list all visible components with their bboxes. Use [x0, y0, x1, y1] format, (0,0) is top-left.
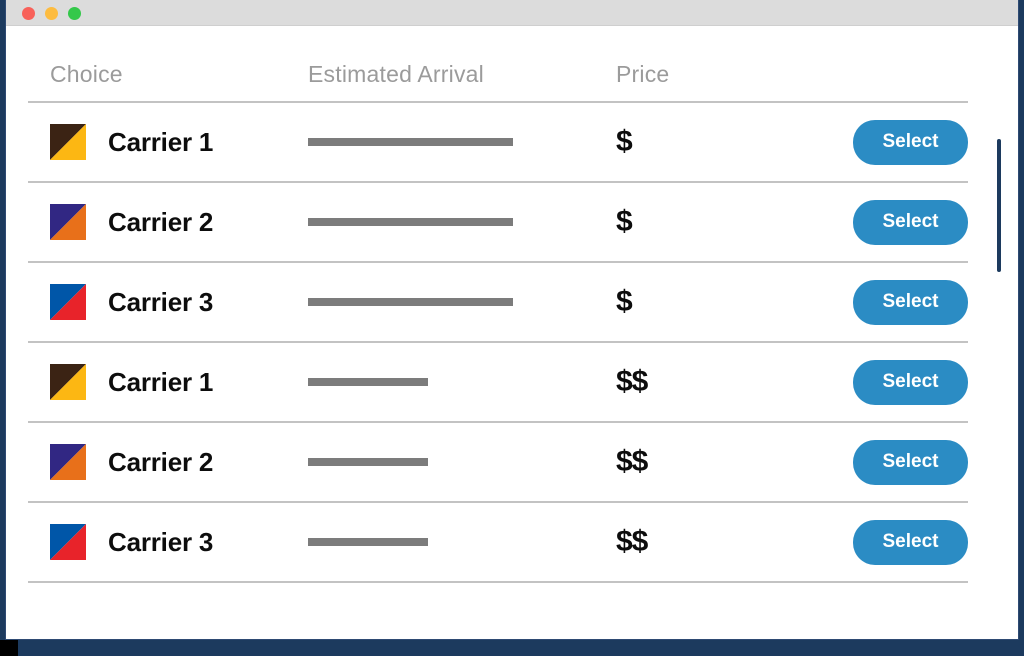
- table-row: Carrier 3 $$ Select: [28, 503, 968, 583]
- cell-action: Select: [768, 199, 968, 245]
- cell-price: $: [608, 205, 768, 239]
- cell-price: $$: [608, 365, 768, 399]
- arrival-duration-bar: [308, 538, 428, 546]
- cell-choice: Carrier 3: [28, 524, 303, 560]
- cell-action: Select: [768, 359, 968, 405]
- window-bottom-notch: [0, 640, 18, 656]
- carrier-options-table: Choice Estimated Arrival Price Carrier 1…: [28, 48, 968, 583]
- carrier-name: Carrier 3: [108, 526, 214, 557]
- arrival-duration-bar: [308, 218, 513, 226]
- price-value: $: [616, 285, 633, 318]
- price-value: $: [616, 125, 633, 158]
- cell-choice: Carrier 1: [28, 124, 303, 160]
- price-value: $$: [616, 365, 648, 398]
- table-row: Carrier 3 $ Select: [28, 263, 968, 343]
- window-titlebar: [6, 0, 1018, 26]
- carrier-logo-icon: [50, 204, 86, 240]
- cell-estimated-arrival: [303, 538, 608, 546]
- carrier-name: Carrier 2: [108, 446, 214, 477]
- column-header-price: Price: [616, 61, 670, 87]
- window-content: Choice Estimated Arrival Price Carrier 1…: [6, 26, 1018, 639]
- table-header-row: Choice Estimated Arrival Price: [28, 48, 968, 103]
- select-button[interactable]: Select: [853, 279, 968, 325]
- cell-choice: Carrier 2: [28, 204, 303, 240]
- cell-price: $: [608, 125, 768, 159]
- carrier-name: Carrier 1: [108, 126, 214, 157]
- select-button[interactable]: Select: [853, 199, 968, 245]
- column-header-choice: Choice: [50, 61, 123, 87]
- arrival-duration-bar: [308, 298, 513, 306]
- cell-action: Select: [768, 119, 968, 165]
- cell-price: $: [608, 285, 768, 319]
- cell-estimated-arrival: [303, 458, 608, 466]
- arrival-duration-bar: [308, 458, 428, 466]
- app-window: Choice Estimated Arrival Price Carrier 1…: [5, 0, 1019, 640]
- price-value: $$: [616, 445, 648, 478]
- window-bottom-edge: [0, 640, 1024, 656]
- select-button[interactable]: Select: [853, 519, 968, 565]
- select-button[interactable]: Select: [853, 359, 968, 405]
- screen: Choice Estimated Arrival Price Carrier 1…: [0, 0, 1024, 656]
- vertical-scrollbar-thumb[interactable]: [997, 139, 1001, 272]
- arrival-duration-bar: [308, 138, 513, 146]
- carrier-logo-icon: [50, 524, 86, 560]
- cell-estimated-arrival: [303, 298, 608, 306]
- table-row: Carrier 1 $ Select: [28, 103, 968, 183]
- cell-estimated-arrival: [303, 378, 608, 386]
- window-right-edge: [1019, 0, 1024, 656]
- cell-estimated-arrival: [303, 138, 608, 146]
- table-row: Carrier 2 $$ Select: [28, 423, 968, 503]
- minimize-button[interactable]: [45, 7, 58, 20]
- arrival-duration-bar: [308, 378, 428, 386]
- carrier-logo-icon: [50, 284, 86, 320]
- cell-action: Select: [768, 279, 968, 325]
- cell-price: $$: [608, 525, 768, 559]
- table-body: Carrier 1 $ Select Carrier 2 $ Select Carrier …: [28, 103, 968, 583]
- cell-estimated-arrival: [303, 218, 608, 226]
- cell-choice: Carrier 3: [28, 284, 303, 320]
- maximize-button[interactable]: [68, 7, 81, 20]
- price-value: $: [616, 205, 633, 238]
- window-controls: [22, 7, 81, 20]
- carrier-name: Carrier 3: [108, 286, 214, 317]
- cell-action: Select: [768, 439, 968, 485]
- close-button[interactable]: [22, 7, 35, 20]
- carrier-name: Carrier 1: [108, 366, 214, 397]
- select-button[interactable]: Select: [853, 439, 968, 485]
- column-header-estimated-arrival: Estimated Arrival: [308, 61, 484, 87]
- table-row: Carrier 2 $ Select: [28, 183, 968, 263]
- carrier-logo-icon: [50, 124, 86, 160]
- cell-action: Select: [768, 519, 968, 565]
- carrier-name: Carrier 2: [108, 206, 214, 237]
- carrier-logo-icon: [50, 364, 86, 400]
- cell-price: $$: [608, 445, 768, 479]
- table-row: Carrier 1 $$ Select: [28, 343, 968, 423]
- select-button[interactable]: Select: [853, 119, 968, 165]
- cell-choice: Carrier 2: [28, 444, 303, 480]
- carrier-logo-icon: [50, 444, 86, 480]
- price-value: $$: [616, 525, 648, 558]
- cell-choice: Carrier 1: [28, 364, 303, 400]
